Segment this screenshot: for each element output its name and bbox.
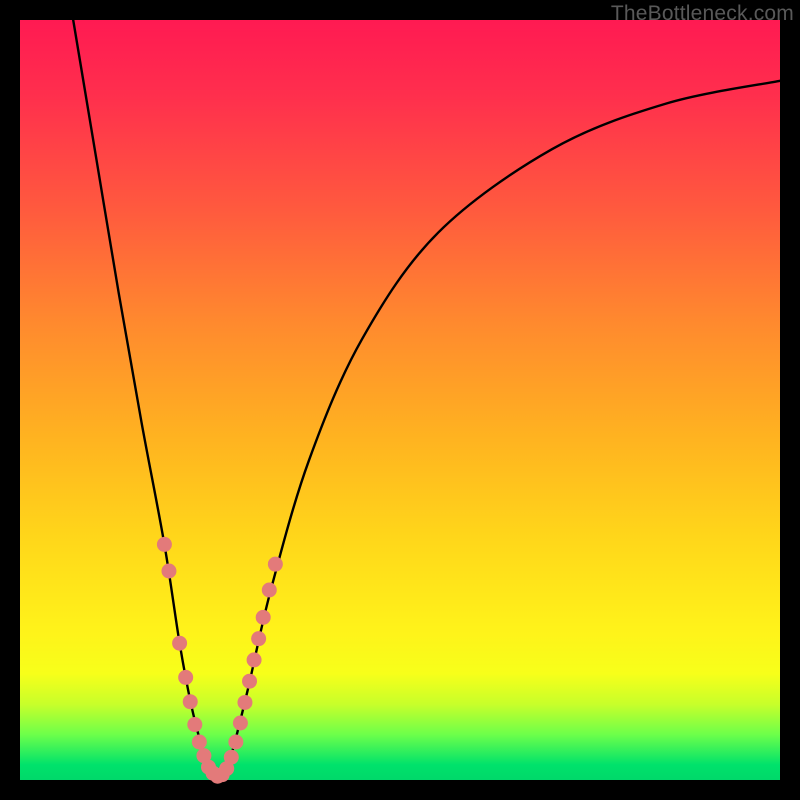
highlight-marker [233,716,248,731]
highlight-marker [224,750,239,765]
highlight-marker [178,670,193,685]
highlight-marker [262,583,277,598]
highlight-marker [187,717,202,732]
highlight-marker [237,695,252,710]
highlight-marker [192,735,207,750]
highlight-marker [251,631,266,646]
highlight-markers [157,537,283,784]
highlight-marker [172,636,187,651]
highlight-marker [157,537,172,552]
chart-svg [20,20,780,780]
highlight-marker [183,694,198,709]
highlight-marker [256,610,271,625]
watermark-text: TheBottleneck.com [611,2,794,26]
bottleneck-curve [73,20,780,777]
highlight-marker [268,557,283,572]
highlight-marker [247,652,262,667]
highlight-marker [242,674,257,689]
highlight-marker [228,735,243,750]
highlight-marker [161,564,176,579]
